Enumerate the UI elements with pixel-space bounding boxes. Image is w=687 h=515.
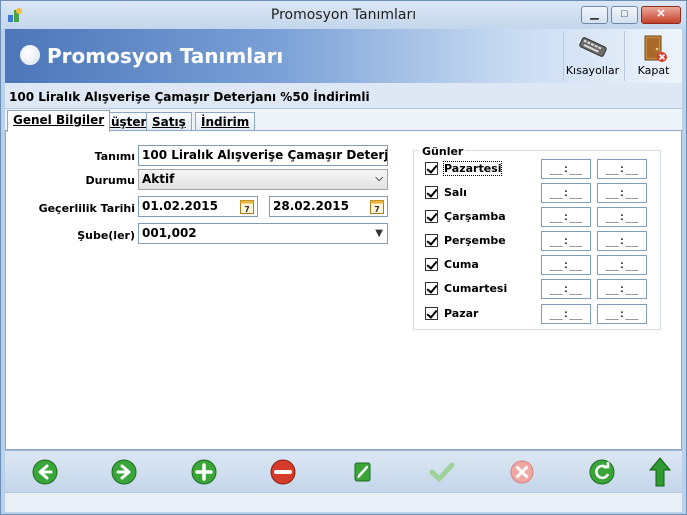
up-arrow-icon[interactable] — [649, 457, 671, 487]
app-window: Promosyon Tanımları ▁ □ ✕ Promosyon Tanı… — [0, 0, 687, 515]
tab-discount[interactable]: İndirim — [195, 112, 256, 131]
start-time-field[interactable]: __:__ — [541, 304, 591, 324]
shortcuts-button[interactable]: Kısayollar — [563, 31, 621, 81]
start-time-field[interactable]: __:__ — [541, 231, 591, 251]
day-row-thursday: Perşembe __:__ __:__ — [425, 231, 650, 251]
title-bar: Promosyon Tanımları ▁ □ ✕ — [1, 1, 686, 29]
tab-general-label: Genel Bilgiler — [13, 113, 105, 127]
end-time-field[interactable]: __:__ — [597, 279, 647, 299]
end-date-value: 28.02.2015 — [273, 199, 349, 213]
edit-icon[interactable] — [350, 459, 376, 485]
header-banner: Promosyon Tanımları Kısayollar Kapat — [5, 29, 682, 83]
end-time-field[interactable]: __:__ — [597, 183, 647, 203]
day-checkbox[interactable] — [425, 186, 438, 199]
name-label: Tanımı — [94, 150, 135, 163]
days-legend: Günler — [420, 145, 466, 158]
confirm-icon[interactable] — [429, 459, 455, 485]
start-time-field[interactable]: __:__ — [541, 255, 591, 275]
start-date-field[interactable]: 01.02.2015 7 — [138, 196, 258, 217]
validity-label: Geçerlilik Tarihi — [38, 202, 135, 215]
record-title-strip: 100 Liralık Alışverişe Çamaşır Deterjanı… — [5, 83, 682, 109]
back-arrow-icon[interactable] — [32, 459, 58, 485]
bottom-toolbar — [5, 450, 682, 492]
start-time-field[interactable]: __:__ — [541, 207, 591, 227]
tab-sales[interactable]: Satış — [146, 112, 192, 131]
day-row-tuesday: Salı __:__ __:__ — [425, 183, 650, 203]
tab-discount-label: İndirim — [201, 115, 250, 129]
day-label: Çarşamba — [444, 210, 506, 223]
end-date-field[interactable]: 28.02.2015 7 — [269, 196, 388, 217]
start-time-field[interactable]: __:__ — [541, 159, 591, 179]
branch-label: Şube(ler) — [77, 229, 135, 242]
status-select[interactable]: Aktif ⌵ — [138, 169, 388, 190]
day-label: Pazar — [444, 307, 479, 320]
end-time-field[interactable]: __:__ — [597, 207, 647, 227]
day-checkbox[interactable] — [425, 210, 438, 223]
day-row-monday: Pazartesi __:__ __:__ — [425, 159, 650, 179]
status-value: Aktif — [142, 172, 175, 186]
start-time-field[interactable]: __:__ — [541, 279, 591, 299]
calendar-icon[interactable]: 7 — [370, 199, 384, 214]
delete-icon[interactable] — [270, 459, 296, 485]
tab-sales-label: Satış — [152, 115, 186, 129]
exit-door-icon — [644, 35, 667, 62]
add-icon[interactable] — [191, 459, 217, 485]
tab-general[interactable]: Genel Bilgiler — [7, 110, 111, 132]
day-row-wednesday: Çarşamba __:__ __:__ — [425, 207, 650, 227]
day-checkbox[interactable] — [425, 162, 438, 175]
tab-bar: Genel Bilgiler Müşteri Satış İndirim — [5, 109, 682, 132]
page-title: Promosyon Tanımları — [47, 44, 284, 68]
day-row-friday: Cuma __:__ __:__ — [425, 255, 650, 275]
maximize-button[interactable]: □ — [611, 6, 638, 24]
day-checkbox[interactable] — [425, 307, 438, 320]
minimize-button[interactable]: ▁ — [581, 6, 608, 24]
keyboard-icon — [579, 37, 607, 57]
end-time-field[interactable]: __:__ — [597, 304, 647, 324]
day-label: Cumartesi — [444, 282, 508, 295]
branch-select[interactable]: 001,002 ▼ — [138, 223, 388, 244]
day-label: Pazartesi — [442, 161, 503, 176]
refresh-icon[interactable] — [589, 459, 615, 485]
end-time-field[interactable]: __:__ — [597, 159, 647, 179]
status-bar — [5, 492, 682, 512]
chevron-down-icon: ⌵ — [375, 173, 383, 184]
calendar-icon[interactable]: 7 — [240, 199, 254, 214]
day-checkbox[interactable] — [425, 258, 438, 271]
name-field[interactable]: 100 Liralık Alışverişe Çamaşır Deterjanı… — [138, 145, 388, 166]
calendar-day-text: 7 — [244, 205, 250, 214]
calendar-day-text: 7 — [374, 205, 380, 214]
end-time-field[interactable]: __:__ — [597, 231, 647, 251]
branch-value: 001,002 — [142, 226, 197, 240]
day-label: Perşembe — [444, 234, 506, 247]
close-window-button[interactable]: ✕ — [641, 6, 681, 24]
close-button[interactable]: Kapat — [624, 31, 682, 81]
start-time-field[interactable]: __:__ — [541, 183, 591, 203]
dropdown-arrow-icon: ▼ — [375, 228, 383, 239]
close-label: Kapat — [637, 64, 670, 77]
day-label: Cuma — [444, 258, 479, 271]
day-checkbox[interactable] — [425, 282, 438, 295]
status-label: Durumu — [85, 174, 135, 187]
cancel-icon[interactable] — [509, 459, 535, 485]
end-time-field[interactable]: __:__ — [597, 255, 647, 275]
tab-content-general: Tanımı 100 Liralık Alışverişe Çamaşır De… — [5, 130, 682, 450]
record-title: 100 Liralık Alışverişe Çamaşır Deterjanı… — [9, 90, 370, 104]
shortcuts-label: Kısayollar — [565, 64, 620, 77]
day-checkbox[interactable] — [425, 234, 438, 247]
forward-arrow-icon[interactable] — [111, 459, 137, 485]
day-row-sunday: Pazar __:__ __:__ — [425, 304, 650, 324]
status-circle-icon — [20, 45, 40, 65]
day-label: Salı — [444, 186, 467, 199]
start-date-value: 01.02.2015 — [142, 199, 218, 213]
day-row-saturday: Cumartesi __:__ __:__ — [425, 279, 650, 299]
